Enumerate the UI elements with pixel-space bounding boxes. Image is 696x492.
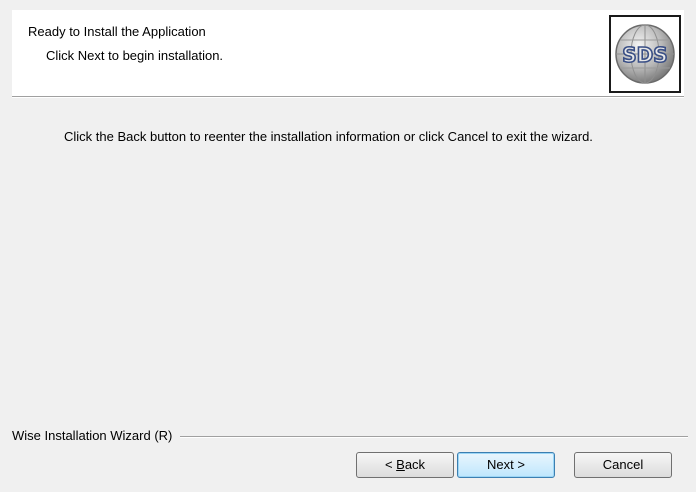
wizard-header: Ready to Install the Application Click N… xyxy=(12,10,684,96)
instruction-text: Click the Back button to reenter the ins… xyxy=(64,129,593,144)
sds-globe-icon: SDS xyxy=(615,24,675,84)
header-separator xyxy=(12,96,684,98)
logo-text: SDS xyxy=(622,43,667,67)
sds-logo: SDS xyxy=(609,15,681,93)
back-button-mnemonic: B xyxy=(396,457,405,472)
installer-dialog: Ready to Install the Application Click N… xyxy=(0,0,696,492)
wizard-branding: Wise Installation Wizard (R) xyxy=(12,428,181,444)
back-button[interactable]: < Back xyxy=(356,452,454,478)
header-title: Ready to Install the Application xyxy=(28,24,206,39)
next-button[interactable]: Next > xyxy=(457,452,555,478)
back-button-rest: ack xyxy=(404,457,426,472)
back-button-prefix: < xyxy=(384,457,397,472)
header-subtitle: Click Next to begin installation. xyxy=(46,48,224,63)
cancel-button[interactable]: Cancel xyxy=(574,452,672,478)
